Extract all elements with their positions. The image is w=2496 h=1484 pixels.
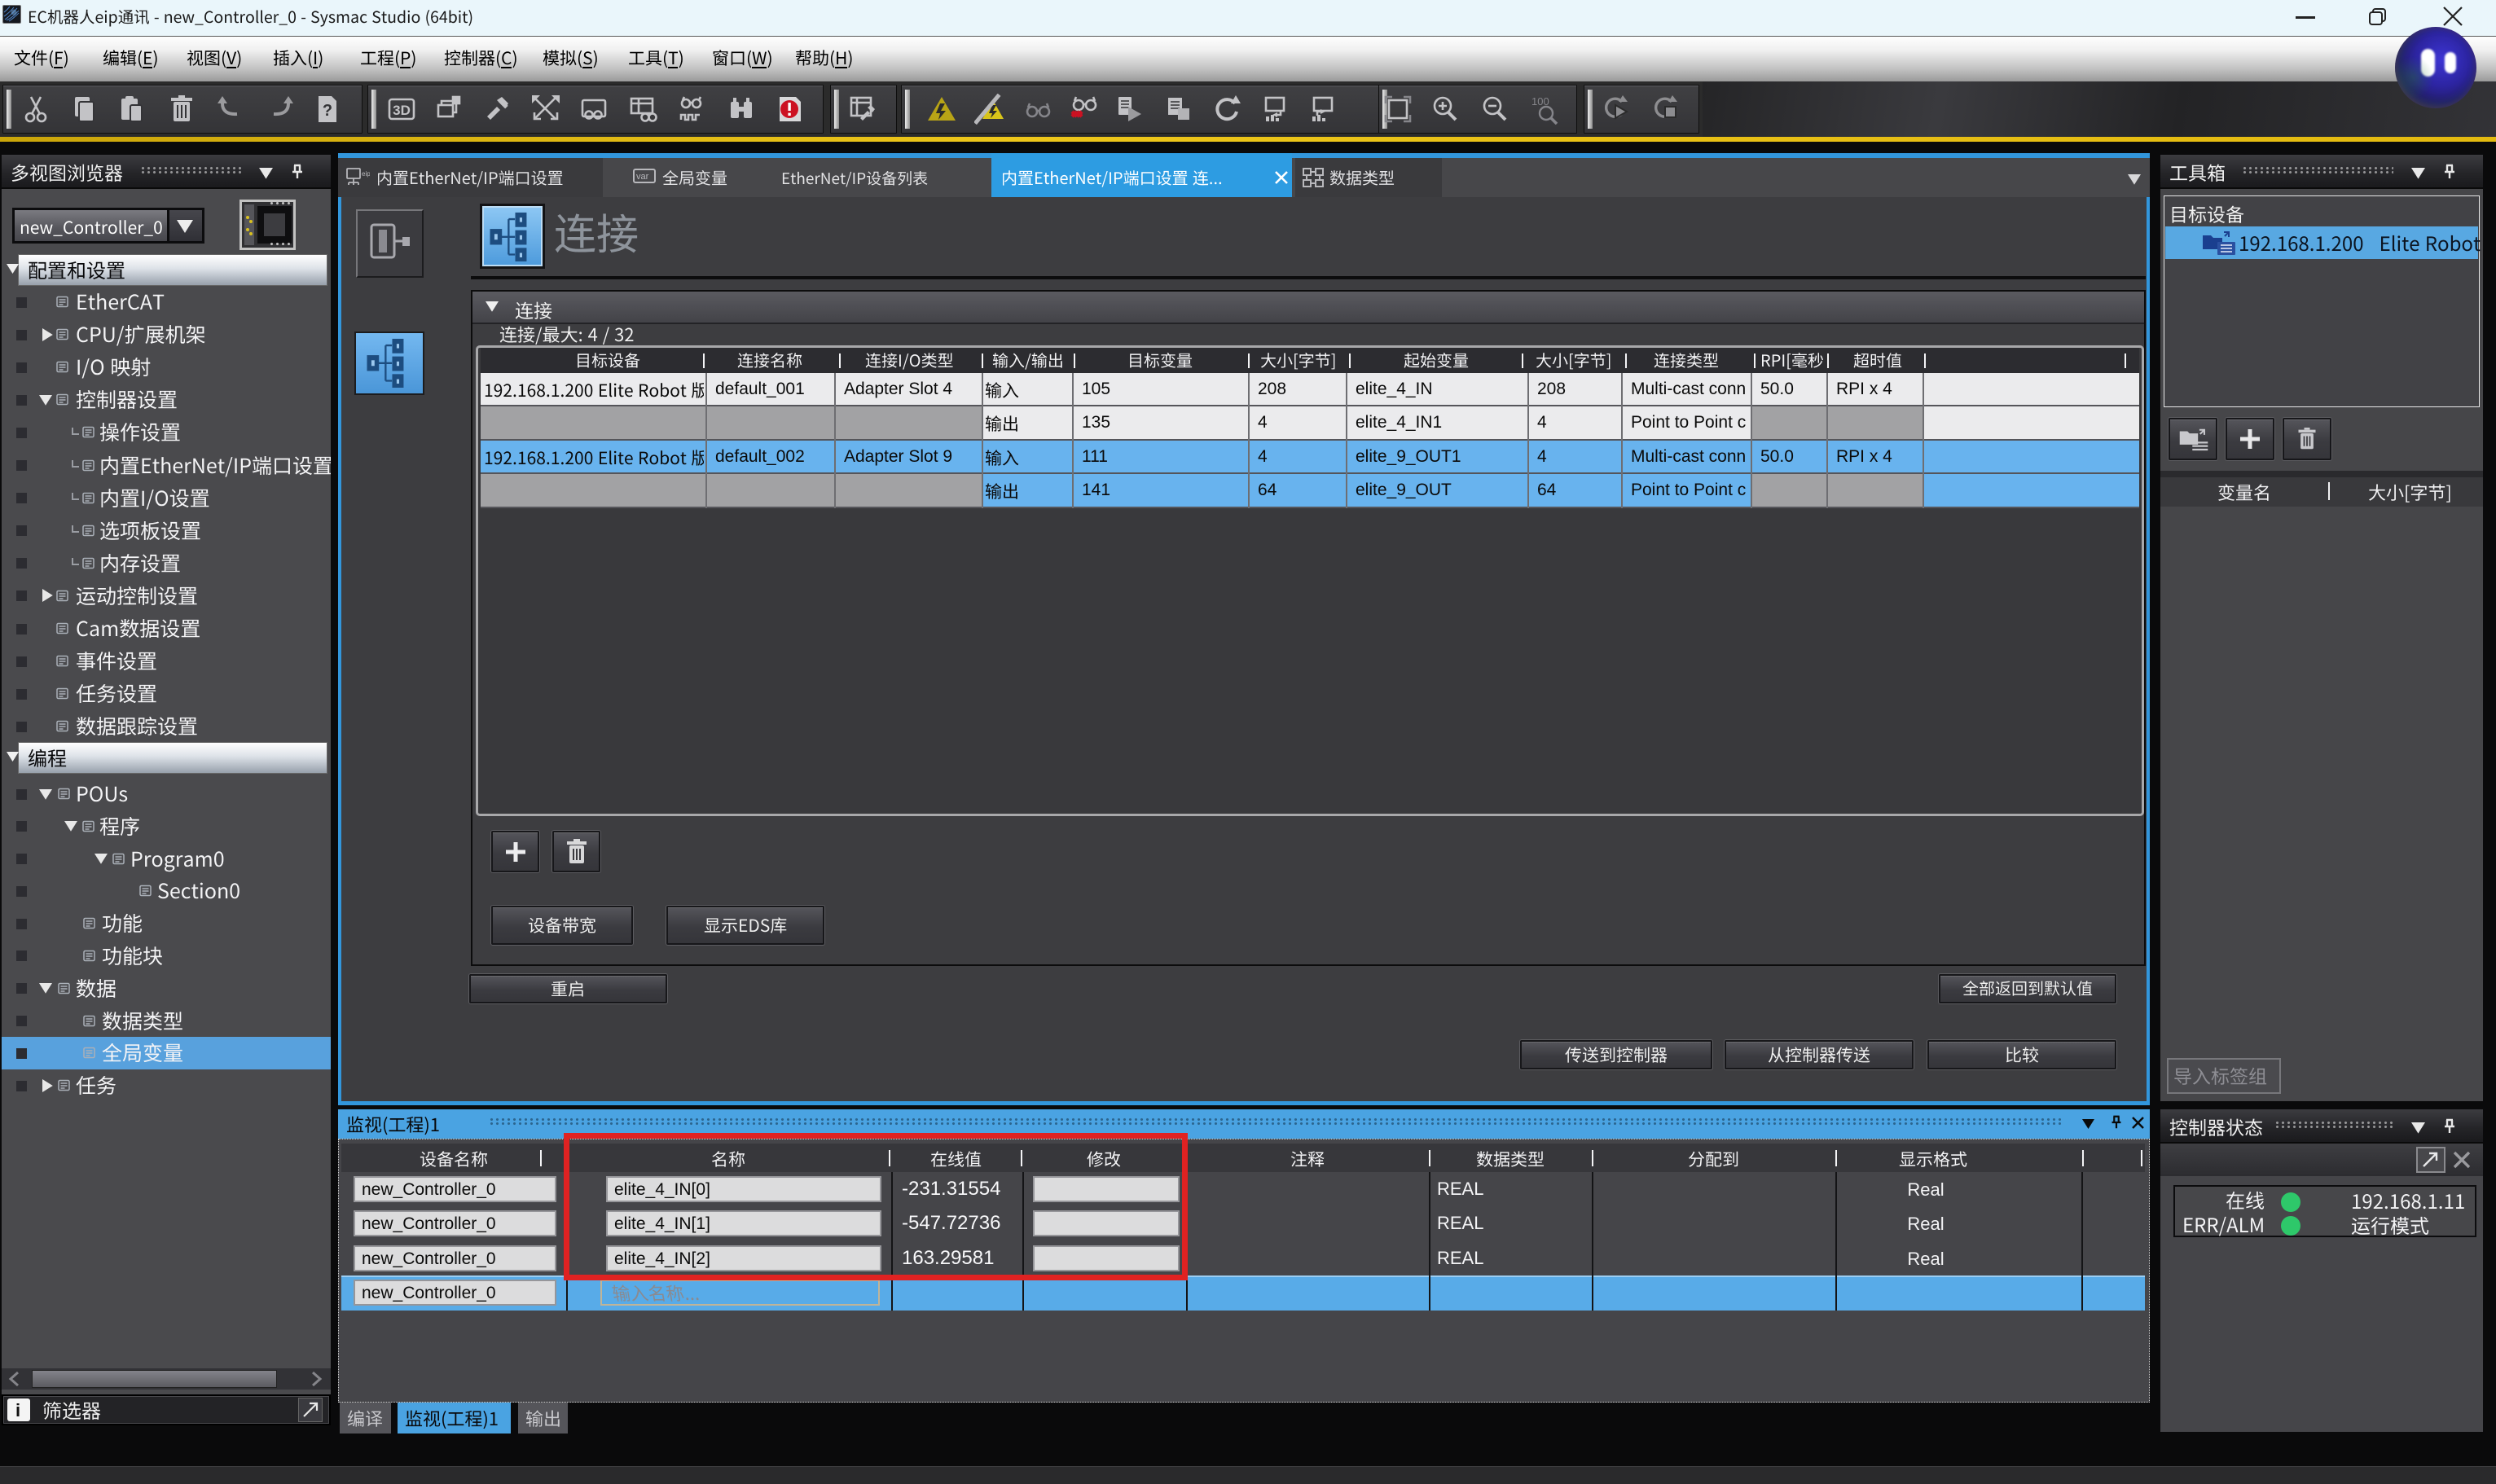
svg-text:eip: eip	[362, 170, 370, 178]
svg-text:100: 100	[1531, 95, 1549, 108]
svg-text:?: ?	[323, 102, 332, 120]
svg-text:3D: 3D	[393, 103, 411, 118]
svg-text:var: var	[636, 172, 649, 182]
